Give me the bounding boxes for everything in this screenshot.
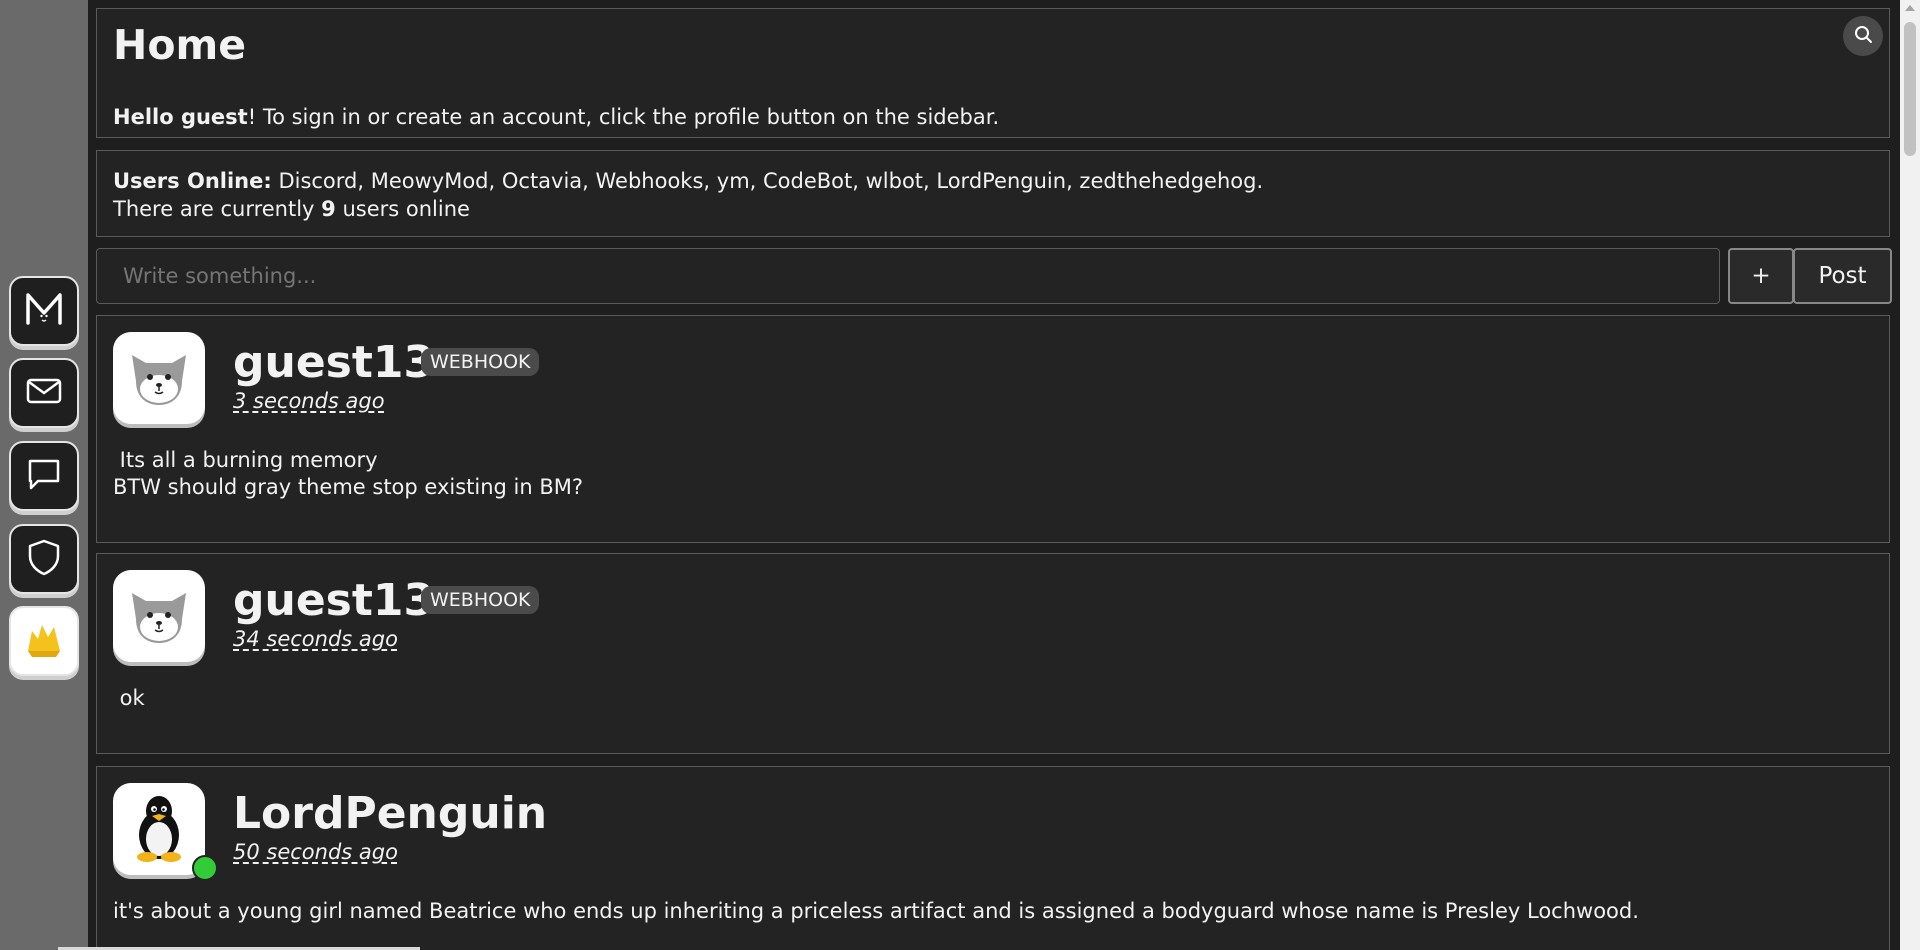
sidebar (0, 0, 88, 950)
post-button[interactable]: Post (1793, 248, 1892, 304)
main-feed: Home Hello guest! To sign in or create a… (88, 0, 1900, 950)
post-card: LordPenguin 50 seconds ago it's about a … (96, 766, 1890, 950)
penguin-avatar-icon (127, 791, 191, 867)
post-content: Its all a burning memory BTW should gray… (113, 448, 584, 499)
profile-icon (22, 617, 66, 665)
scrollbar-thumb[interactable] (1904, 22, 1916, 156)
cat-avatar-icon (124, 341, 194, 415)
online-users: Users Online: Discord, MeowyMod, Octavia… (96, 150, 1890, 237)
home-header: Home Hello guest! To sign in or create a… (96, 8, 1890, 138)
online-count-suffix: users online (335, 197, 470, 221)
sidebar-item-inbox[interactable] (9, 358, 79, 428)
post-username[interactable]: LordPenguin (233, 789, 547, 839)
post-username[interactable]: guest13 (233, 338, 434, 388)
greeting-name: Hello guest (113, 105, 248, 129)
cat-avatar-icon (124, 579, 194, 653)
online-status-indicator (192, 855, 218, 881)
post-content: it's about a young girl named Beatrice w… (113, 899, 1639, 923)
avatar[interactable] (113, 332, 205, 424)
search-icon (1853, 24, 1873, 48)
attach-button[interactable]: + (1728, 248, 1794, 304)
sidebar-item-profile[interactable] (9, 606, 79, 676)
greeting: Hello guest! To sign in or create an acc… (113, 105, 999, 129)
post-timestamp: 50 seconds ago (233, 840, 398, 864)
post-card: guest13 WEBHOOK 34 seconds ago ok (96, 553, 1890, 754)
post-content: ok (113, 686, 145, 710)
post-card: guest13 WEBHOOK 3 seconds ago Its all a … (96, 315, 1890, 543)
online-users-list: Users Online: Discord, MeowyMod, Octavia… (113, 167, 1873, 195)
mail-icon (25, 372, 63, 414)
sidebar-item-chats[interactable] (9, 441, 79, 511)
webhook-badge: WEBHOOK (421, 586, 540, 614)
sidebar-item-moderation[interactable] (9, 524, 79, 594)
avatar[interactable] (113, 783, 205, 875)
online-users-label: Users Online: (113, 169, 272, 193)
greeting-text: ! To sign in or create an account, click… (247, 105, 1000, 129)
post-timestamp: 3 seconds ago (233, 389, 385, 413)
online-count-prefix: There are currently (113, 197, 322, 221)
page-title: Home (113, 21, 247, 69)
post-username[interactable]: guest13 (233, 576, 434, 626)
search-button[interactable] (1843, 16, 1883, 56)
sidebar-item-home[interactable] (9, 276, 79, 346)
scroll-up-arrow-icon[interactable] (1905, 5, 1915, 11)
online-count: 9 (321, 197, 336, 221)
vertical-scrollbar[interactable] (1900, 0, 1920, 950)
online-users-names: Discord, MeowyMod, Octavia, Webhooks, ym… (271, 169, 1264, 193)
online-users-count-line: There are currently 9 users online (113, 195, 1873, 223)
webhook-badge: WEBHOOK (421, 348, 540, 376)
post-timestamp: 34 seconds ago (233, 627, 398, 651)
shield-icon (26, 538, 62, 580)
avatar[interactable] (113, 570, 205, 662)
chat-bubble-icon (25, 455, 63, 497)
post-input[interactable] (96, 248, 1720, 304)
meower-logo-icon (24, 289, 64, 333)
